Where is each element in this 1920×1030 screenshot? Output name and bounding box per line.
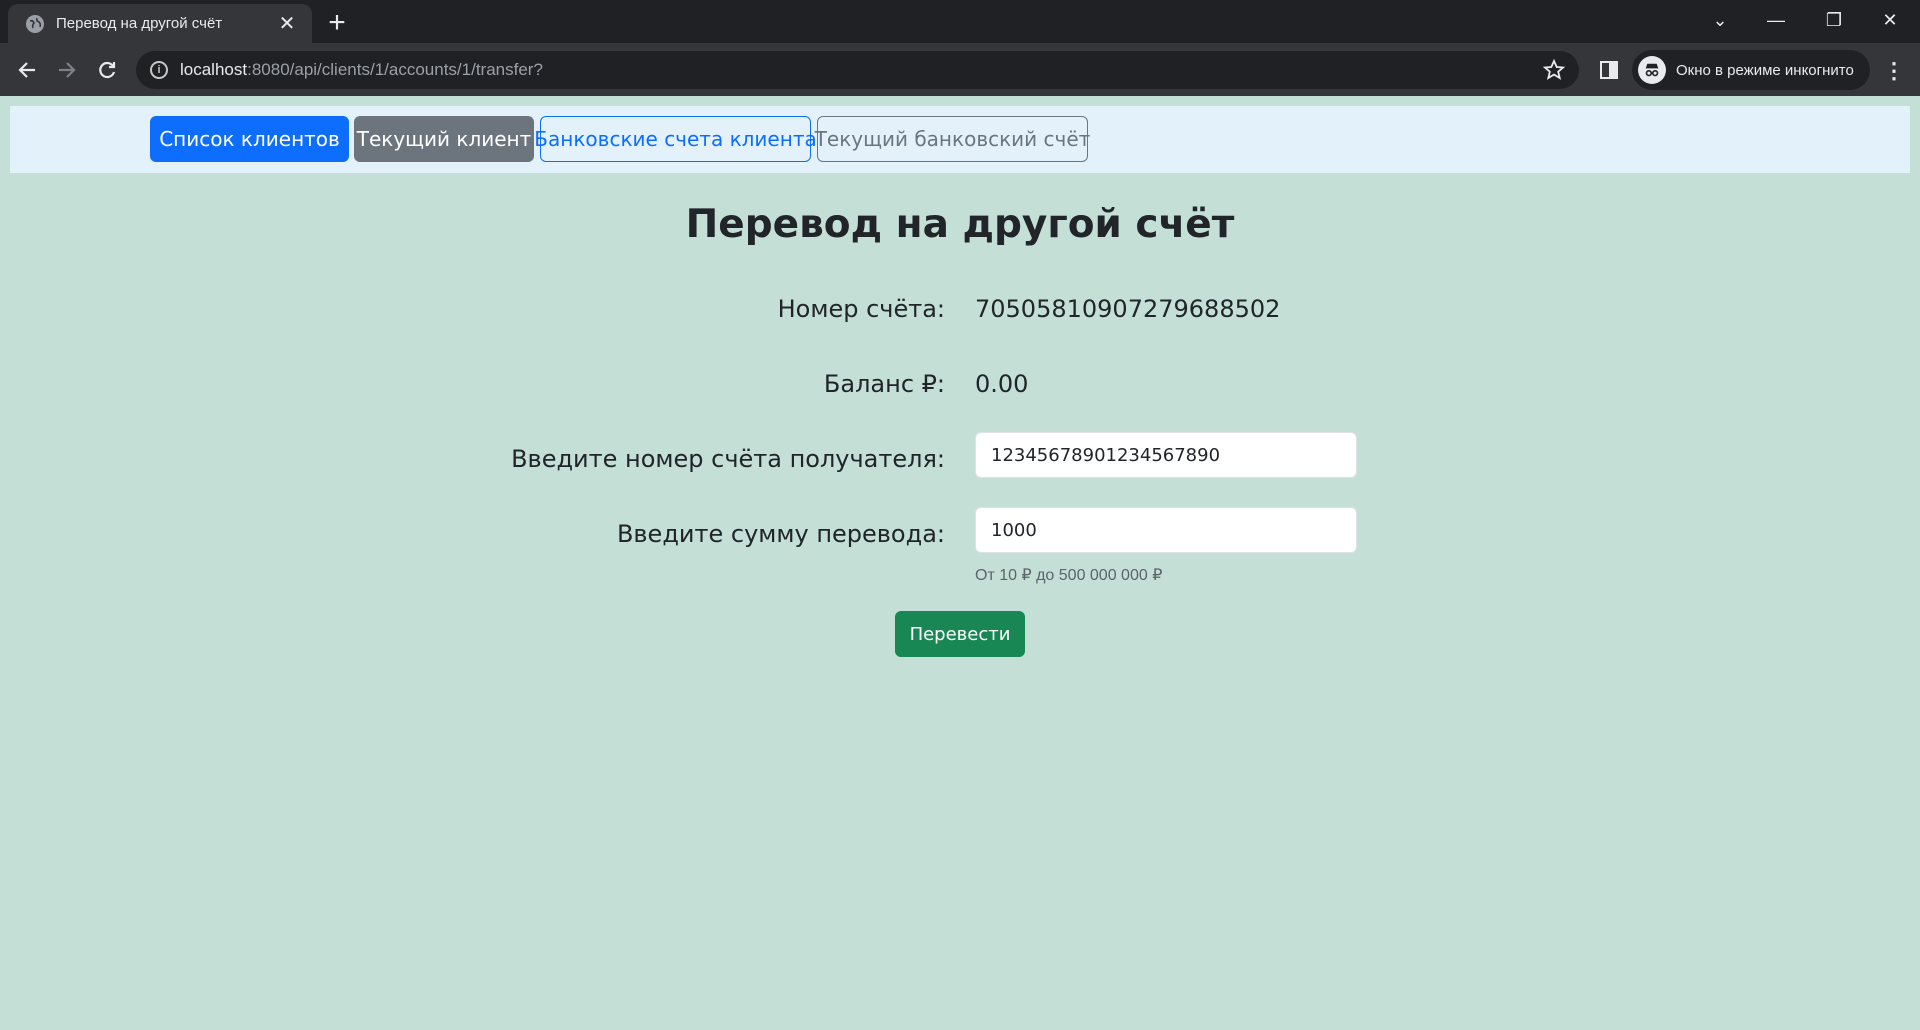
more-menu-icon[interactable]: ⋮ <box>1880 57 1908 85</box>
client-accounts-button[interactable]: Банковские счета клиента <box>534 116 817 162</box>
balance-label: Баланс ₽: <box>823 370 945 398</box>
browser-tab[interactable]: Перевод на другой счёт ✕ <box>8 4 312 43</box>
reload-button[interactable] <box>90 53 124 87</box>
arrow-left-icon <box>18 62 35 78</box>
close-icon[interactable]: ✕ <box>276 13 298 35</box>
close-window-button[interactable]: ✕ <box>1862 0 1918 40</box>
incognito-icon <box>1638 56 1666 84</box>
tab-search-icon[interactable]: ⌄ <box>1692 0 1748 40</box>
new-tab-button[interactable]: + <box>322 6 352 39</box>
tab-title: Перевод на другой счёт <box>56 15 223 32</box>
back-button[interactable] <box>10 53 44 87</box>
recipient-account-input[interactable] <box>975 432 1357 478</box>
balance-value: 0.00 <box>975 370 1029 398</box>
forward-button[interactable] <box>50 53 84 87</box>
clients-list-button[interactable]: Список клиентов <box>150 116 349 162</box>
top-navbar: Список клиентов Текущий клиент Банковски… <box>10 106 1910 173</box>
url-text: localhost:8080/api/clients/1/accounts/1/… <box>180 60 543 79</box>
page-title: Перевод на другой счёт <box>685 202 1235 247</box>
account-number-value: 70505810907279688502 <box>975 295 1281 323</box>
minimize-button[interactable]: — <box>1748 0 1804 40</box>
transfer-amount-input[interactable] <box>975 507 1357 553</box>
current-client-button[interactable]: Текущий клиент <box>354 116 534 162</box>
info-icon[interactable]: i <box>150 61 168 79</box>
incognito-badge[interactable]: Окно в режиме инкогнито <box>1632 50 1870 90</box>
page-content: Список клиентов Текущий клиент Банковски… <box>0 96 1920 1030</box>
address-bar[interactable]: i localhost:8080/api/clients/1/accounts/… <box>136 51 1579 89</box>
star-icon[interactable] <box>1543 59 1565 81</box>
incognito-label: Окно в режиме инкогнито <box>1676 61 1854 79</box>
transfer-amount-label: Введите сумму перевода: <box>616 520 945 548</box>
arrow-right-icon <box>59 62 76 78</box>
browser-tabstrip: Перевод на другой счёт ✕ + ⌄ — ❐ ✕ <box>0 0 1920 43</box>
current-account-button[interactable]: Текущий банковский счёт <box>815 116 1090 162</box>
amount-hint: От 10 ₽ до 500 000 000 ₽ <box>975 567 1163 584</box>
restore-button[interactable]: ❐ <box>1806 0 1862 40</box>
side-panel-icon[interactable] <box>1598 59 1620 81</box>
account-number-label: Номер счёта: <box>777 295 945 323</box>
transfer-submit-button[interactable]: Перевести <box>895 611 1025 657</box>
browser-toolbar: i localhost:8080/api/clients/1/accounts/… <box>0 43 1920 96</box>
reload-icon <box>99 61 116 79</box>
globe-icon <box>26 14 44 33</box>
recipient-account-label: Введите номер счёта получателя: <box>511 445 945 473</box>
